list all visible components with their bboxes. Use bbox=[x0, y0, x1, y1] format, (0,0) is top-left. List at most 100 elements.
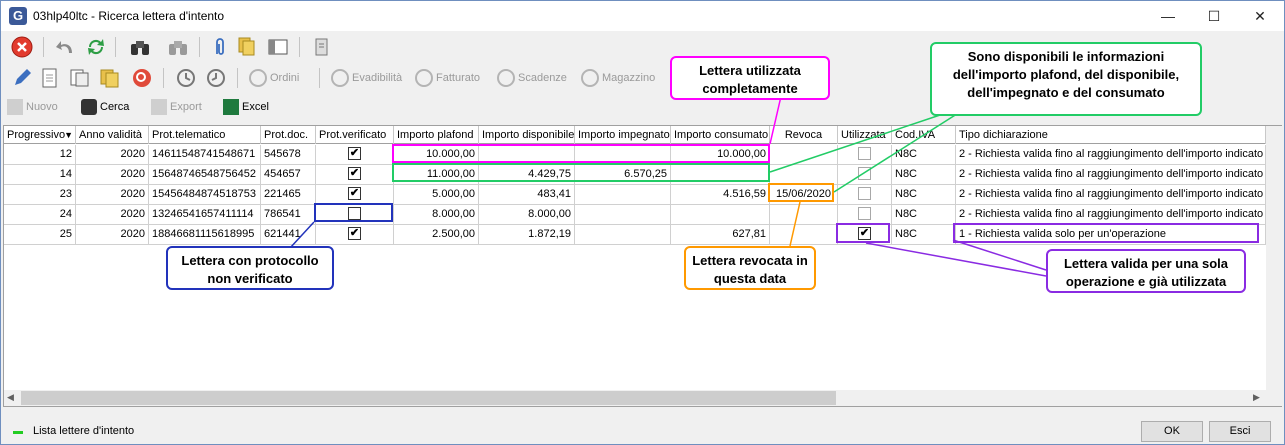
refresh-icon[interactable] bbox=[85, 36, 107, 58]
cell-utilizzata[interactable] bbox=[838, 165, 892, 185]
cell-importo-plafond: 2.500,00 bbox=[394, 225, 479, 245]
title-bar: G 03hlp40ltc - Ricerca lettera d'intento… bbox=[1, 1, 1284, 31]
history-back-icon[interactable] bbox=[205, 67, 227, 89]
export-button[interactable]: Export bbox=[151, 97, 202, 117]
cell-prot-telematico: 18846681115618995 bbox=[149, 225, 261, 245]
undo-icon[interactable] bbox=[55, 36, 77, 58]
table-row[interactable]: 14 2020 15648746548756452 454657 ✔ 11.000,00 4… bbox=[4, 165, 1266, 185]
header-importo-consumato[interactable]: Importo consumato bbox=[671, 126, 770, 144]
scadenze-button[interactable]: Scadenze bbox=[497, 67, 567, 89]
cell-prot-doc: 221465 bbox=[261, 185, 316, 205]
fatturato-button[interactable]: Fatturato bbox=[415, 67, 480, 89]
header-prot-telematico[interactable]: Prot.telematico bbox=[149, 126, 261, 144]
checkbox-prot-verificato[interactable]: ✔ bbox=[348, 146, 361, 160]
cerca-button[interactable]: Cerca bbox=[81, 97, 129, 117]
checkbox-prot-verificato[interactable]: ✔ bbox=[348, 226, 361, 240]
header-prot-doc[interactable]: Prot.doc. bbox=[261, 126, 316, 144]
folders-icon[interactable] bbox=[99, 67, 121, 89]
cell-utilizzata[interactable] bbox=[838, 205, 892, 225]
attachment-icon[interactable] bbox=[209, 36, 231, 58]
history-icon[interactable] bbox=[175, 67, 197, 89]
cell-prot-verificato[interactable]: ✔ bbox=[316, 165, 394, 185]
table-row[interactable]: 25 2020 18846681115618995 621441 ✔ 2.500,00 1.… bbox=[4, 225, 1266, 245]
cell-prot-doc: 621441 bbox=[261, 225, 316, 245]
header-progressivo[interactable]: Progressivo ▼ bbox=[4, 126, 76, 144]
magazzino-button[interactable]: Magazzino bbox=[581, 67, 655, 89]
ordini-button[interactable]: Ordini bbox=[249, 67, 299, 89]
checkbox-utilizzata[interactable] bbox=[858, 166, 871, 180]
cell-prot-telematico: 15456484874518753 bbox=[149, 185, 261, 205]
header-importo-impegnato[interactable]: Importo impegnato bbox=[575, 126, 671, 144]
cell-progressivo: 14 bbox=[4, 165, 76, 185]
nuovo-button[interactable]: Nuovo bbox=[7, 97, 58, 117]
exit-icon[interactable] bbox=[11, 36, 33, 58]
horizontal-scroll-thumb[interactable] bbox=[21, 391, 836, 405]
cell-utilizzata[interactable] bbox=[838, 145, 892, 165]
maximize-button[interactable]: ☐ bbox=[1191, 1, 1237, 31]
cell-prot-telematico: 14611548741548671 bbox=[149, 145, 261, 165]
close-button[interactable]: ✕ bbox=[1237, 1, 1283, 31]
cell-prot-verificato[interactable]: ✔ bbox=[316, 145, 394, 165]
layout-icon[interactable] bbox=[267, 36, 289, 58]
cell-prot-verificato[interactable]: ✔ bbox=[316, 185, 394, 205]
cell-prot-verificato[interactable] bbox=[316, 205, 394, 225]
header-utilizzata[interactable]: Utilizzata bbox=[838, 126, 892, 144]
header-cod-iva[interactable]: Cod.IVA bbox=[892, 126, 956, 144]
scroll-left-icon[interactable]: ◀ bbox=[7, 392, 14, 403]
cell-importo-disponibile: 8.000,00 bbox=[479, 205, 575, 225]
search-record-icon[interactable] bbox=[131, 67, 153, 89]
cell-tipo-dichiarazione: 2 - Richiesta valida fino al raggiungime… bbox=[956, 205, 1266, 225]
header-prot-verificato[interactable]: Prot.verificato bbox=[316, 126, 394, 144]
cell-importo-consumato: 4.516,59 bbox=[671, 185, 770, 205]
binoculars-icon[interactable] bbox=[129, 36, 151, 58]
cell-revoca bbox=[770, 165, 838, 185]
evadibilita-icon bbox=[331, 69, 349, 88]
cell-prot-telematico: 15648746548756452 bbox=[149, 165, 261, 185]
header-tipo-dichiarazione[interactable]: Tipo dichiarazione bbox=[956, 126, 1266, 144]
cell-prot-verificato[interactable]: ✔ bbox=[316, 225, 394, 245]
vertical-scrollbar[interactable] bbox=[1266, 126, 1282, 390]
cell-importo-plafond: 5.000,00 bbox=[394, 185, 479, 205]
grid-header: Progressivo ▼ Anno validità Prot.telematico… bbox=[4, 126, 1266, 144]
checkbox-utilizzata[interactable]: ✔ bbox=[858, 226, 871, 240]
table-row[interactable]: 12 2020 14611548741548671 545678 ✔ 10.000,00 1… bbox=[4, 145, 1266, 165]
excel-button[interactable]: Excel bbox=[223, 97, 269, 117]
settings-doc-icon[interactable] bbox=[311, 36, 333, 58]
cell-utilizzata[interactable] bbox=[838, 185, 892, 205]
checkbox-prot-verificato[interactable]: ✔ bbox=[348, 166, 361, 180]
cell-cod-iva: N8C bbox=[892, 225, 956, 245]
cell-anno-validita: 2020 bbox=[76, 225, 149, 245]
cell-importo-disponibile: 1.872,19 bbox=[479, 225, 575, 245]
window-title: 03hlp40ltc - Ricerca lettera d'intento bbox=[33, 9, 225, 23]
header-anno-validita[interactable]: Anno validità bbox=[76, 126, 149, 144]
cell-importo-plafond: 10.000,00 bbox=[394, 145, 479, 165]
checkbox-prot-verificato[interactable] bbox=[348, 206, 361, 220]
checkbox-prot-verificato[interactable]: ✔ bbox=[348, 186, 361, 200]
checkbox-utilizzata[interactable] bbox=[858, 146, 871, 160]
cell-prot-doc: 545678 bbox=[261, 145, 316, 165]
checkbox-utilizzata[interactable] bbox=[858, 186, 871, 200]
minimize-button[interactable]: — bbox=[1145, 1, 1191, 31]
new-document-icon[interactable] bbox=[39, 67, 61, 89]
edit-icon[interactable] bbox=[11, 67, 33, 89]
cell-tipo-dichiarazione: 2 - Richiesta valida fino al raggiungime… bbox=[956, 185, 1266, 205]
header-importo-disponibile[interactable]: Importo disponibile bbox=[479, 126, 575, 144]
cell-progressivo: 23 bbox=[4, 185, 76, 205]
esci-button[interactable]: Esci bbox=[1209, 421, 1271, 442]
scroll-right-icon[interactable]: ▶ bbox=[1253, 392, 1260, 403]
table-row[interactable]: 24 2020 13246541657411114 786541 8.000,00 8.0… bbox=[4, 205, 1266, 225]
horizontal-scrollbar[interactable]: ◀ ▶ bbox=[4, 390, 1266, 406]
cell-revoca bbox=[770, 205, 838, 225]
documents-icon[interactable] bbox=[237, 36, 259, 58]
export-icon bbox=[151, 99, 167, 116]
copy-document-icon[interactable] bbox=[69, 67, 91, 89]
table-row[interactable]: 23 2020 15456484874518753 221465 ✔ 5.000,00 48… bbox=[4, 185, 1266, 205]
cell-tipo-dichiarazione: 2 - Richiesta valida fino al raggiungime… bbox=[956, 165, 1266, 185]
binoculars-next-icon[interactable] bbox=[167, 36, 189, 58]
header-revoca[interactable]: Revoca bbox=[770, 126, 838, 144]
checkbox-utilizzata[interactable] bbox=[858, 206, 871, 220]
evadibilita-button[interactable]: Evadibilità bbox=[331, 67, 402, 89]
ok-button[interactable]: OK bbox=[1141, 421, 1203, 442]
cell-utilizzata[interactable]: ✔ bbox=[838, 225, 892, 245]
header-importo-plafond[interactable]: Importo plafond bbox=[394, 126, 479, 144]
